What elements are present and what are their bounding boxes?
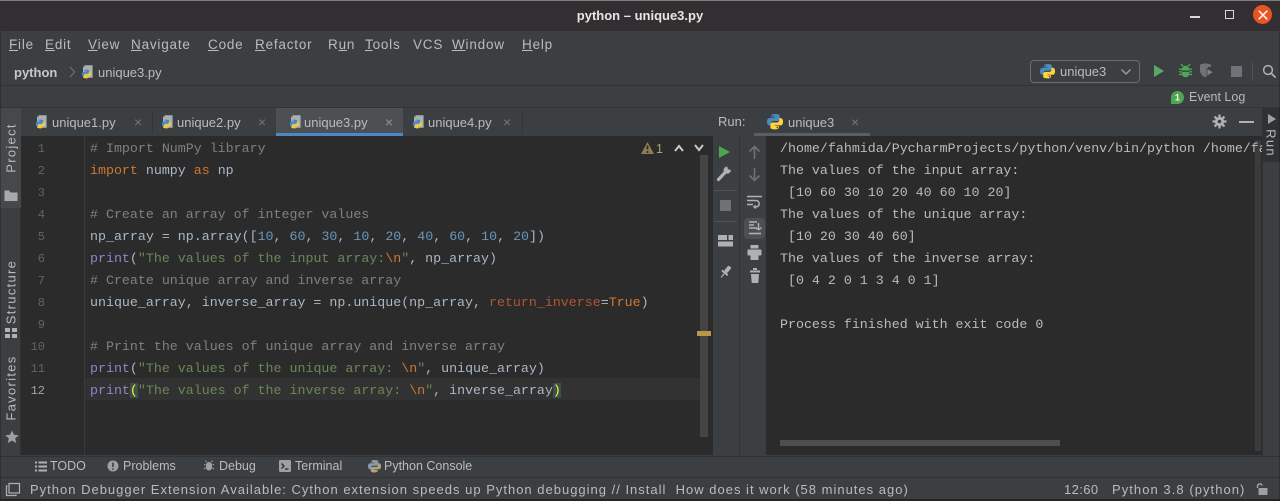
svg-text:1: 1: [1175, 93, 1180, 103]
